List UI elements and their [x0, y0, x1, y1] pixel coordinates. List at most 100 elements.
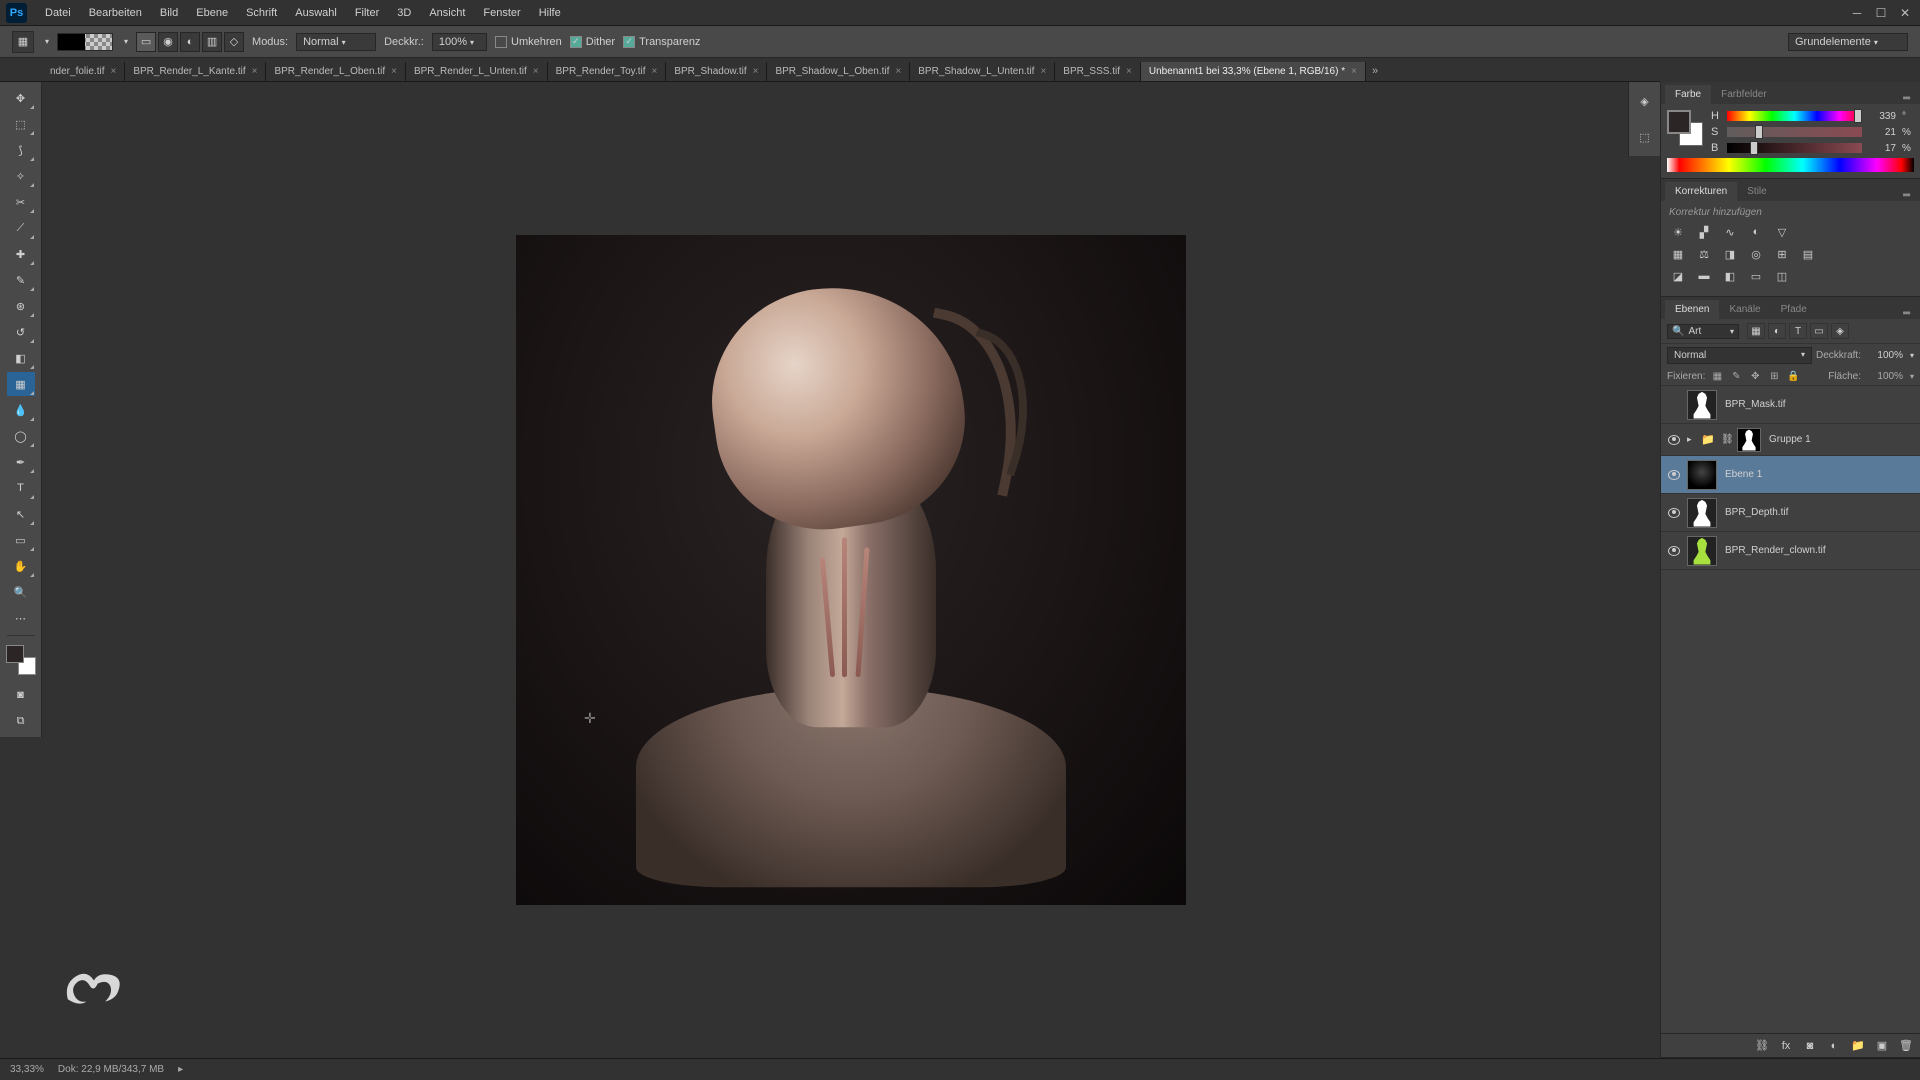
hue-value[interactable]: 339	[1868, 111, 1896, 122]
canvas-area[interactable]: ✛	[42, 82, 1660, 1058]
panel-menu-icon[interactable]: ▂	[1897, 85, 1916, 104]
swatches-tab[interactable]: Farbfelder	[1711, 85, 1777, 104]
channels-tab[interactable]: Kanäle	[1719, 300, 1770, 319]
layer-name[interactable]: Ebene 1	[1725, 469, 1762, 480]
close-icon[interactable]: ×	[652, 66, 658, 77]
close-icon[interactable]: ×	[110, 66, 116, 77]
layer-thumbnail[interactable]	[1687, 498, 1717, 528]
stamp-tool[interactable]: ⊛	[7, 294, 35, 318]
layer-filter-kind[interactable]: 🔍 Art▾	[1667, 324, 1739, 339]
photo-filter-icon[interactable]: ◎	[1747, 246, 1765, 262]
saturation-slider[interactable]	[1727, 127, 1862, 137]
bw-icon[interactable]: ◨	[1721, 246, 1739, 262]
lock-artboard-icon[interactable]: ⊞	[1766, 369, 1782, 383]
close-icon[interactable]: ×	[753, 66, 759, 77]
doc-tab-5[interactable]: BPR_Shadow.tif×	[666, 62, 767, 81]
posterize-icon[interactable]: ▬	[1695, 268, 1713, 284]
layer-row[interactable]: BPR_Mask.tif	[1661, 386, 1920, 424]
doc-tab-7[interactable]: BPR_Shadow_L_Unten.tif×	[910, 62, 1055, 81]
menu-bild[interactable]: Bild	[152, 3, 186, 23]
new-fill-button[interactable]: ◐	[1826, 1038, 1842, 1054]
quickmask-button[interactable]: ◙	[7, 683, 35, 707]
gradient-angle-button[interactable]: ◐	[180, 32, 200, 52]
tabs-overflow-button[interactable]: »	[1366, 61, 1384, 81]
menu-hilfe[interactable]: Hilfe	[531, 3, 569, 23]
doc-tab-9[interactable]: Unbenannt1 bei 33,3% (Ebene 1, RGB/16) *…	[1141, 62, 1366, 81]
vibrance-icon[interactable]: ▽	[1773, 224, 1791, 240]
layer-name[interactable]: BPR_Mask.tif	[1725, 399, 1786, 410]
gradient-preview[interactable]	[57, 33, 113, 51]
type-tool[interactable]: T	[7, 476, 35, 500]
close-icon[interactable]: ×	[1351, 66, 1357, 77]
visibility-toggle[interactable]	[1665, 435, 1683, 445]
exposure-icon[interactable]: ◐	[1747, 224, 1765, 240]
spectrum-ramp[interactable]	[1667, 158, 1914, 172]
menu-filter[interactable]: Filter	[347, 3, 387, 23]
path-tool[interactable]: ↖	[7, 502, 35, 526]
eraser-tool[interactable]: ◧	[7, 346, 35, 370]
layer-name[interactable]: Gruppe 1	[1769, 434, 1811, 445]
current-tool-icon[interactable]: ▦	[12, 31, 34, 53]
menu-ansicht[interactable]: Ansicht	[421, 3, 473, 23]
wand-tool[interactable]: ✧	[7, 164, 35, 188]
visibility-toggle[interactable]	[1665, 508, 1683, 518]
workspace-select[interactable]: Grundelemente▾	[1788, 33, 1908, 51]
shape-tool[interactable]: ▭	[7, 528, 35, 552]
balance-icon[interactable]: ⚖	[1695, 246, 1713, 262]
layer-thumbnail[interactable]	[1687, 390, 1717, 420]
layer-name[interactable]: BPR_Depth.tif	[1725, 507, 1788, 518]
curves-icon[interactable]: ∿	[1721, 224, 1739, 240]
layers-tab[interactable]: Ebenen	[1665, 300, 1719, 319]
mixer-icon[interactable]: ⊞	[1773, 246, 1791, 262]
foreground-color-swatch[interactable]	[6, 645, 24, 663]
link-layers-button[interactable]: ⛓	[1754, 1038, 1770, 1054]
layer-row[interactable]: BPR_Depth.tif	[1661, 494, 1920, 532]
layer-row[interactable]: BPR_Render_clown.tif	[1661, 532, 1920, 570]
gradient-reflected-button[interactable]: ▥	[202, 32, 222, 52]
lasso-tool[interactable]: ⟆	[7, 138, 35, 162]
layer-thumbnail[interactable]	[1687, 460, 1717, 490]
doc-tab-4[interactable]: BPR_Render_Toy.tif×	[548, 62, 667, 81]
minimize-button[interactable]: ─	[1848, 6, 1866, 20]
mode-select[interactable]: Normal▾	[296, 33, 376, 51]
crop-tool[interactable]: ✂	[7, 190, 35, 214]
screenmode-button[interactable]: ⧉	[7, 709, 35, 733]
lock-transparency-icon[interactable]: ▦	[1709, 369, 1725, 383]
gradient-dropdown[interactable]: ▾	[124, 37, 128, 46]
menu-schrift[interactable]: Schrift	[238, 3, 285, 23]
zoom-tool[interactable]: 🔍	[7, 580, 35, 604]
levels-icon[interactable]: ▞	[1695, 224, 1713, 240]
invert-icon[interactable]: ◪	[1669, 268, 1687, 284]
layer-row[interactable]: Ebene 1	[1661, 456, 1920, 494]
layer-name[interactable]: BPR_Render_clown.tif	[1725, 545, 1826, 556]
menu-fenster[interactable]: Fenster	[475, 3, 528, 23]
fg-color-swatch[interactable]	[1667, 110, 1691, 134]
layer-thumbnail[interactable]	[1687, 536, 1717, 566]
close-icon[interactable]: ×	[533, 66, 539, 77]
add-mask-button[interactable]: ◙	[1802, 1038, 1818, 1054]
selective-icon[interactable]: ◫	[1773, 268, 1791, 284]
edit-toolbar-button[interactable]: ⋯	[7, 606, 35, 630]
close-icon[interactable]: ×	[252, 66, 258, 77]
visibility-toggle[interactable]	[1665, 470, 1683, 480]
menu-ebene[interactable]: Ebene	[188, 3, 236, 23]
dodge-tool[interactable]: ◯	[7, 424, 35, 448]
document-size[interactable]: Dok: 22,9 MB/343,7 MB	[58, 1064, 164, 1075]
color-swatches[interactable]	[6, 645, 36, 675]
filter-adjust-icon[interactable]: ◐	[1768, 323, 1786, 339]
fill-value[interactable]: 100%	[1865, 371, 1903, 382]
doc-tab-2[interactable]: BPR_Render_L_Oben.tif×	[266, 62, 405, 81]
styles-tab[interactable]: Stile	[1737, 182, 1776, 201]
layer-group-row[interactable]: ▸ 📁 ⛓ Gruppe 1	[1661, 424, 1920, 456]
hue-icon[interactable]: ▦	[1669, 246, 1687, 262]
close-icon[interactable]: ×	[1126, 66, 1132, 77]
heal-tool[interactable]: ✚	[7, 242, 35, 266]
panel-menu-icon[interactable]: ▂	[1897, 182, 1916, 201]
lock-all-icon[interactable]: 🔒	[1785, 369, 1801, 383]
color-tab[interactable]: Farbe	[1665, 85, 1711, 104]
pen-tool[interactable]: ✒	[7, 450, 35, 474]
menu-datei[interactable]: Datei	[37, 3, 79, 23]
history-panel-icon[interactable]: ◈	[1635, 92, 1655, 110]
adjustments-tab[interactable]: Korrekturen	[1665, 182, 1737, 201]
filter-pixel-icon[interactable]: ▦	[1747, 323, 1765, 339]
